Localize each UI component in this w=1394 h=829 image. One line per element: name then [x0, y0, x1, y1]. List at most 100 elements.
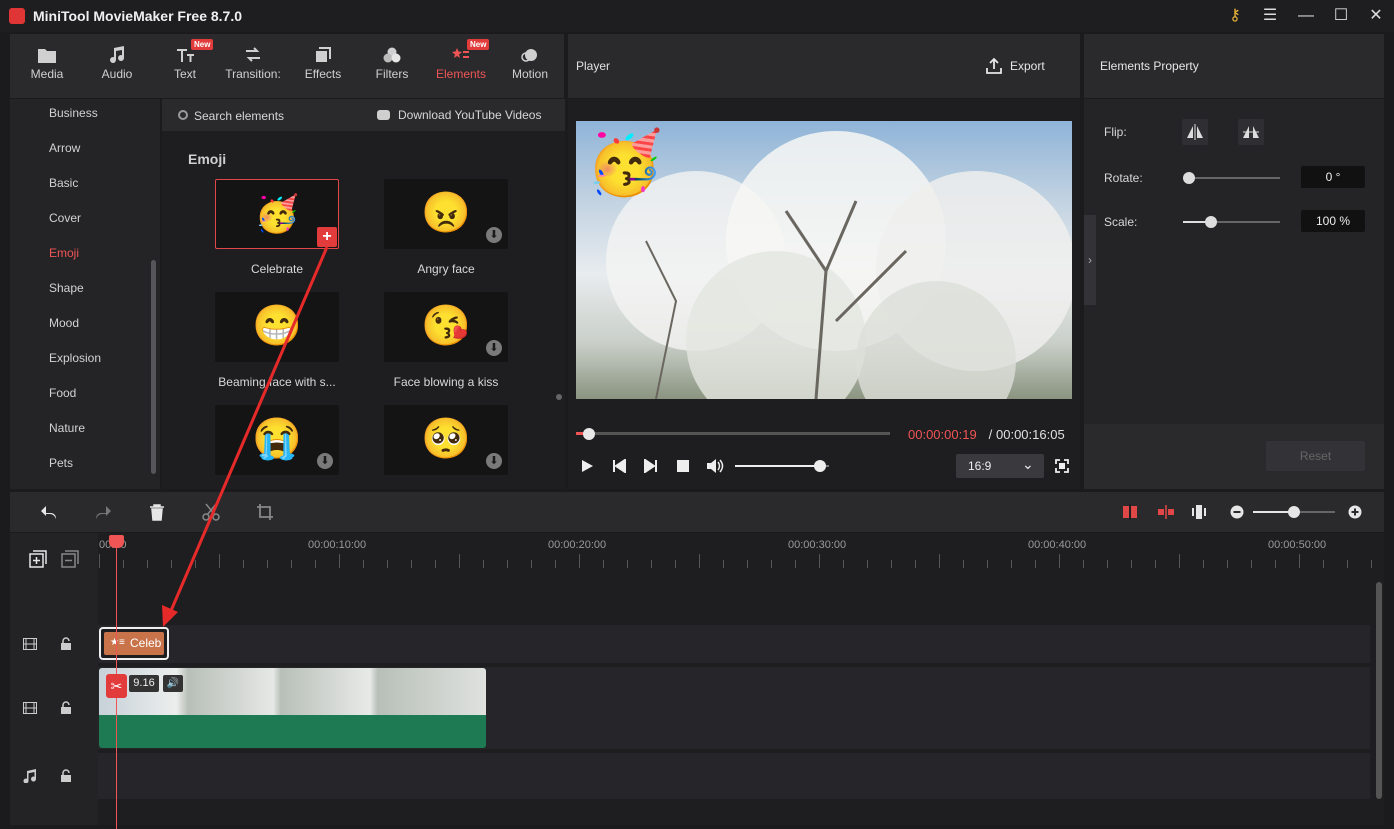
volume-slider-handle[interactable]: [813, 460, 826, 472]
stop-icon[interactable]: [677, 460, 689, 472]
sidebar-item-emoji[interactable]: Emoji: [49, 246, 79, 260]
lock-icon[interactable]: [61, 769, 71, 782]
split-icon[interactable]: [202, 503, 220, 521]
download-icon[interactable]: ⬇: [486, 227, 502, 243]
sidebar-item-cover[interactable]: Cover: [49, 211, 81, 225]
celebrate-overlay[interactable]: 🥳: [586, 128, 663, 200]
search-elements-button[interactable]: Search elements: [194, 109, 284, 123]
sidebar-item-mood[interactable]: Mood: [49, 316, 79, 330]
add-to-timeline-button[interactable]: +: [317, 227, 337, 247]
zoom-slider-handle[interactable]: [1288, 506, 1300, 518]
element-card-beaming-face[interactable]: 😁: [215, 292, 339, 362]
scale-value-input[interactable]: 100 %: [1301, 210, 1365, 232]
flip-label: Flip:: [1104, 125, 1127, 139]
aspect-ratio-select[interactable]: 16:9 ⌄: [956, 454, 1044, 478]
playhead-handle[interactable]: [109, 535, 124, 548]
maximize-button[interactable]: ☐: [1329, 4, 1353, 28]
tab-label: Filters: [375, 67, 409, 81]
tab-elements[interactable]: New Elements: [427, 34, 495, 98]
ruler-tick: [1035, 560, 1036, 568]
sidebar-item-food[interactable]: Food: [49, 386, 76, 400]
collapse-panel-handle[interactable]: ›: [1084, 215, 1096, 305]
tab-transition[interactable]: Transition:: [219, 34, 287, 98]
sidebar-item-business[interactable]: Business: [49, 106, 98, 120]
sidebar-item-shape[interactable]: Shape: [49, 281, 84, 295]
download-icon[interactable]: ⬇: [317, 453, 333, 469]
tab-audio[interactable]: Audio: [83, 34, 151, 98]
zoom-in-icon[interactable]: [1348, 505, 1362, 519]
ruler-tick: [267, 560, 268, 568]
add-track-icon[interactable]: [29, 550, 47, 568]
element-clip-celebrate[interactable]: ★≡ Celeb: [99, 627, 169, 660]
element-track: [98, 625, 1370, 663]
export-button[interactable]: Export: [1010, 59, 1045, 73]
sidebar-item-explosion[interactable]: Explosion: [49, 351, 101, 365]
library-scroll-indicator[interactable]: [556, 394, 562, 400]
rotate-slider-handle[interactable]: [1183, 172, 1195, 184]
zoom-out-icon[interactable]: [1230, 505, 1244, 519]
transition-icon: [246, 47, 260, 62]
flip-vertical-button[interactable]: [1238, 119, 1264, 145]
undo-icon[interactable]: [39, 503, 59, 521]
lock-icon[interactable]: [61, 701, 71, 714]
timeline-scrollbar[interactable]: [1376, 582, 1382, 799]
ruler-tick: [1179, 554, 1180, 568]
library-toolbar: Media Audio New Text Transition: Effects…: [10, 34, 564, 98]
element-label: Celebrate: [250, 262, 304, 276]
tab-filters[interactable]: Filters: [358, 34, 426, 98]
ruler-tick: [339, 554, 340, 568]
key-icon[interactable]: ⚷: [1223, 4, 1247, 28]
flip-horizontal-button[interactable]: [1182, 119, 1208, 145]
playback-progress-track[interactable]: [576, 432, 890, 435]
volume-icon[interactable]: [706, 458, 724, 474]
sidebar-item-arrow[interactable]: Arrow: [49, 141, 80, 155]
fullscreen-icon[interactable]: [1055, 459, 1069, 473]
play-icon[interactable]: [580, 459, 594, 473]
download-youtube-button[interactable]: Download YouTube Videos: [398, 108, 541, 122]
fit-timeline-icon[interactable]: [1190, 503, 1208, 521]
clip-volume-icon[interactable]: 🔊: [163, 675, 183, 692]
rotate-value-input[interactable]: 0 °: [1301, 166, 1365, 188]
scale-slider-handle[interactable]: [1205, 216, 1217, 228]
flip-vertical-icon: [1243, 126, 1259, 138]
minimize-button[interactable]: —: [1294, 4, 1318, 28]
reset-button[interactable]: Reset: [1266, 441, 1365, 471]
split-audio-icon[interactable]: [1157, 503, 1175, 521]
sidebar-item-pets[interactable]: Pets: [49, 456, 73, 470]
rotate-slider-track[interactable]: [1183, 177, 1280, 179]
ruler-tick: [1107, 560, 1108, 568]
delete-icon[interactable]: [148, 503, 166, 521]
rotate-label: Rotate:: [1104, 171, 1143, 185]
sidebar-item-basic[interactable]: Basic: [49, 176, 78, 190]
menu-icon[interactable]: ☰: [1258, 4, 1282, 28]
next-frame-icon[interactable]: [644, 459, 658, 473]
tab-effects[interactable]: Effects: [289, 34, 357, 98]
sidebar-item-nature[interactable]: Nature: [49, 421, 85, 435]
snap-icon[interactable]: [1121, 503, 1139, 521]
ruler-tick: [723, 560, 724, 568]
tab-media[interactable]: Media: [13, 34, 81, 98]
ruler-tick: [1371, 560, 1372, 568]
scissors-icon[interactable]: ✂: [106, 674, 127, 698]
video-clip[interactable]: 9.16 🔊: [99, 668, 486, 748]
tab-label: Motion: [511, 67, 549, 81]
ruler-tick: [699, 554, 700, 568]
playback-progress-handle[interactable]: [582, 428, 595, 440]
crop-icon[interactable]: [256, 503, 274, 521]
tab-motion[interactable]: Motion: [496, 34, 564, 98]
lock-icon[interactable]: [61, 637, 71, 650]
remove-track-icon[interactable]: [61, 550, 79, 568]
ruler-tick: [243, 560, 244, 568]
previous-frame-icon[interactable]: [612, 459, 626, 473]
properties-title: Elements Property: [1100, 59, 1199, 73]
download-icon[interactable]: ⬇: [486, 340, 502, 356]
ruler-tick: [459, 554, 460, 568]
download-icon[interactable]: ⬇: [486, 453, 502, 469]
ruler-tick: [675, 560, 676, 568]
tab-text[interactable]: New Text: [151, 34, 219, 98]
redo-icon[interactable]: [93, 503, 113, 521]
close-button[interactable]: ✕: [1364, 4, 1388, 28]
sidebar-scrollbar[interactable]: [151, 260, 156, 474]
ruler-tick: [771, 560, 772, 568]
search-icon: [178, 110, 188, 120]
